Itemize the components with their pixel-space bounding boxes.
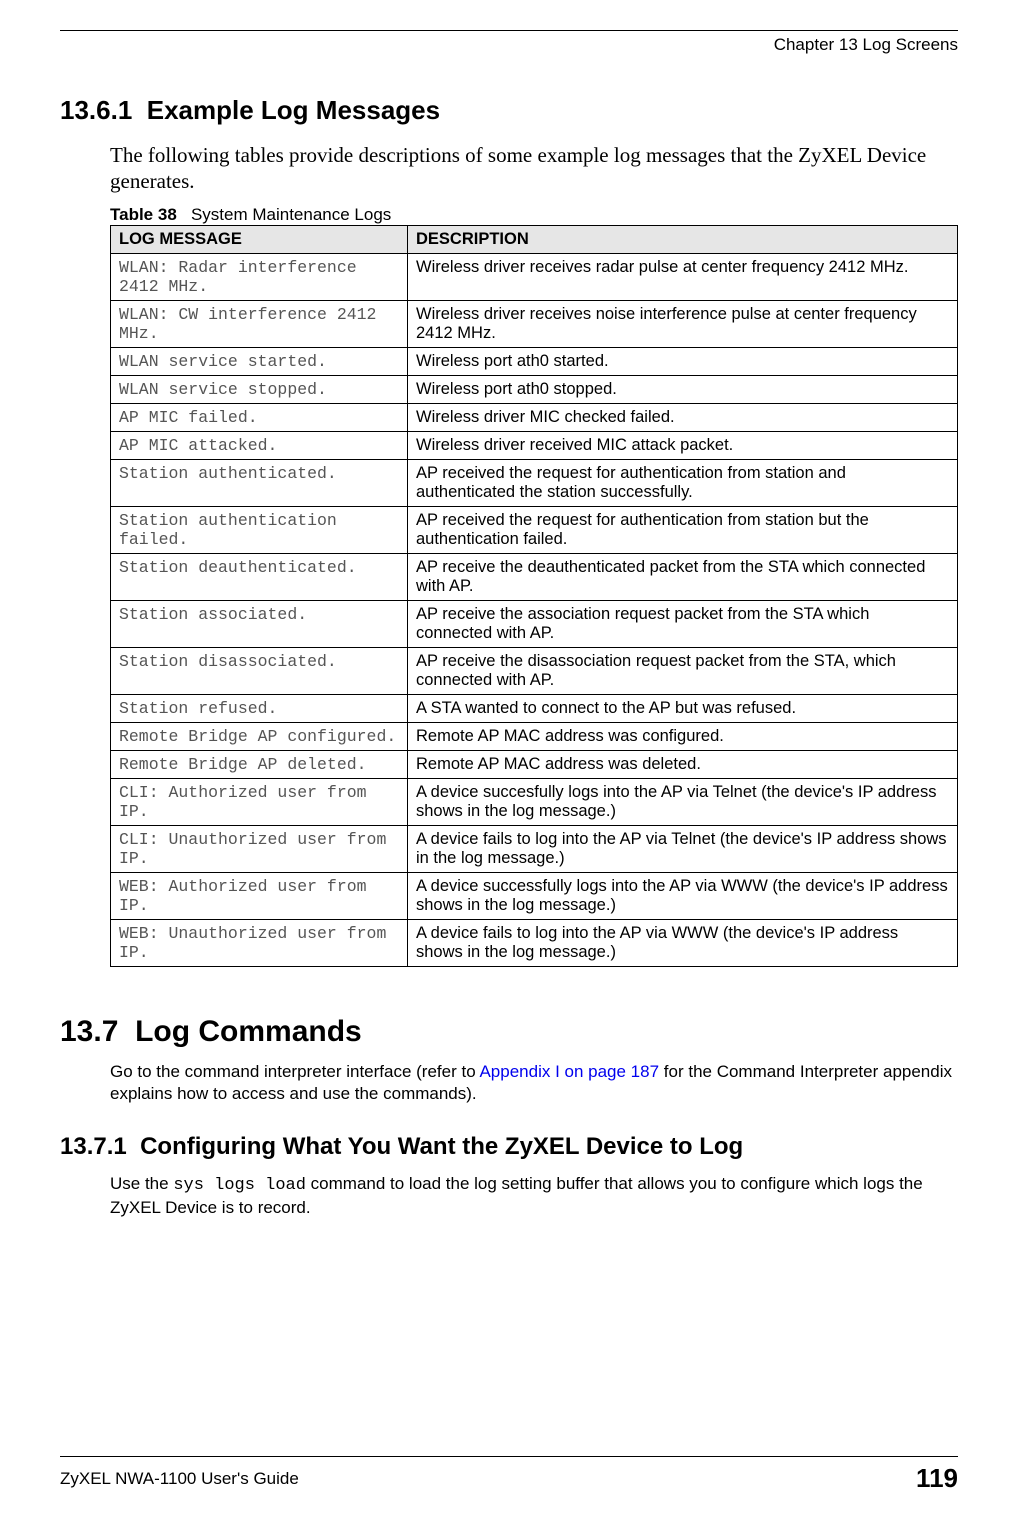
table-row: CLI: Unauthorized user from IP.A device … <box>111 825 958 872</box>
table-row: Station authenticated.AP received the re… <box>111 459 958 506</box>
table-row: WLAN: Radar interference 2412 MHz.Wirele… <box>111 253 958 300</box>
log-message-cell: WLAN: Radar interference 2412 MHz. <box>111 253 408 300</box>
log-message-cell: AP MIC failed. <box>111 403 408 431</box>
description-cell: AP received the request for authenticati… <box>408 506 958 553</box>
description-cell: A device successfully logs into the AP v… <box>408 872 958 919</box>
table-row: Remote Bridge AP deleted.Remote AP MAC a… <box>111 750 958 778</box>
section-title: Log Commands <box>135 1015 362 1048</box>
log-message-cell: Station authentication failed. <box>111 506 408 553</box>
table-row: AP MIC failed.Wireless driver MIC checke… <box>111 403 958 431</box>
command-code: sys logs load <box>173 1176 306 1195</box>
description-cell: Wireless port ath0 started. <box>408 347 958 375</box>
log-message-cell: WLAN service started. <box>111 347 408 375</box>
table-row: WEB: Authorized user from IP.A device su… <box>111 872 958 919</box>
section-13-6-1-heading: 13.6.1 Example Log Messages <box>60 95 958 126</box>
table-row: AP MIC attacked.Wireless driver received… <box>111 431 958 459</box>
section-title: Configuring What You Want the ZyXEL Devi… <box>140 1133 743 1160</box>
log-message-cell: AP MIC attacked. <box>111 431 408 459</box>
table-header-description: DESCRIPTION <box>408 225 958 253</box>
description-cell: A STA wanted to connect to the AP but wa… <box>408 694 958 722</box>
description-cell: Remote AP MAC address was deleted. <box>408 750 958 778</box>
system-maintenance-logs-table: LOG MESSAGE DESCRIPTION WLAN: Radar inte… <box>110 225 958 967</box>
log-message-cell: Station authenticated. <box>111 459 408 506</box>
description-cell: Remote AP MAC address was configured. <box>408 722 958 750</box>
section-intro: The following tables provide description… <box>110 142 958 195</box>
section-number: 13.7.1 <box>60 1133 127 1160</box>
section-13-7-heading: 13.7 Log Commands <box>60 1015 958 1049</box>
section-title: Example Log Messages <box>147 95 440 125</box>
text-pre: Go to the command interpreter interface … <box>110 1062 479 1081</box>
page-number: 119 <box>916 1463 958 1494</box>
description-cell: A device fails to log into the AP via WW… <box>408 919 958 966</box>
appendix-link[interactable]: Appendix I on page 187 <box>479 1062 659 1081</box>
table-row: WEB: Unauthorized user from IP.A device … <box>111 919 958 966</box>
log-message-cell: Remote Bridge AP deleted. <box>111 750 408 778</box>
chapter-header: Chapter 13 Log Screens <box>60 35 958 55</box>
log-message-cell: WEB: Unauthorized user from IP. <box>111 919 408 966</box>
table-row: Station disassociated.AP receive the dis… <box>111 647 958 694</box>
log-message-cell: Remote Bridge AP configured. <box>111 722 408 750</box>
log-message-cell: Station deauthenticated. <box>111 553 408 600</box>
description-cell: AP receive the deauthenticated packet fr… <box>408 553 958 600</box>
log-message-cell: CLI: Authorized user from IP. <box>111 778 408 825</box>
log-message-cell: Station disassociated. <box>111 647 408 694</box>
description-cell: Wireless driver receives noise interfere… <box>408 300 958 347</box>
log-message-cell: WLAN service stopped. <box>111 375 408 403</box>
log-message-cell: Station refused. <box>111 694 408 722</box>
table-caption-label: Table 38 <box>110 205 177 224</box>
table-caption-text: System Maintenance Logs <box>191 205 391 224</box>
description-cell: A device succesfully logs into the AP vi… <box>408 778 958 825</box>
table-row: WLAN service stopped.Wireless port ath0 … <box>111 375 958 403</box>
section-13-7-1-text: Use the sys logs load command to load th… <box>110 1173 958 1219</box>
table-row: Remote Bridge AP configured.Remote AP MA… <box>111 722 958 750</box>
log-message-cell: WEB: Authorized user from IP. <box>111 872 408 919</box>
log-message-cell: WLAN: CW interference 2412 MHz. <box>111 300 408 347</box>
table-row: Station refused.A STA wanted to connect … <box>111 694 958 722</box>
table-row: Station associated.AP receive the associ… <box>111 600 958 647</box>
description-cell: AP receive the disassociation request pa… <box>408 647 958 694</box>
log-message-cell: CLI: Unauthorized user from IP. <box>111 825 408 872</box>
description-cell: A device fails to log into the AP via Te… <box>408 825 958 872</box>
footer-guide-name: ZyXEL NWA-1100 User's Guide <box>60 1469 299 1489</box>
section-13-7-text: Go to the command interpreter interface … <box>110 1061 958 1105</box>
section-13-7-1-heading: 13.7.1 Configuring What You Want the ZyX… <box>60 1133 958 1161</box>
table-row: Station deauthenticated.AP receive the d… <box>111 553 958 600</box>
section-number: 13.6.1 <box>60 95 132 125</box>
description-cell: Wireless driver receives radar pulse at … <box>408 253 958 300</box>
table-caption: Table 38 System Maintenance Logs <box>110 205 958 225</box>
log-message-cell: Station associated. <box>111 600 408 647</box>
text-pre: Use the <box>110 1174 173 1193</box>
table-row: WLAN: CW interference 2412 MHz.Wireless … <box>111 300 958 347</box>
table-header-log-message: LOG MESSAGE <box>111 225 408 253</box>
table-row: WLAN service started.Wireless port ath0 … <box>111 347 958 375</box>
description-cell: Wireless driver received MIC attack pack… <box>408 431 958 459</box>
description-cell: AP received the request for authenticati… <box>408 459 958 506</box>
description-cell: AP receive the association request packe… <box>408 600 958 647</box>
table-row: CLI: Authorized user from IP.A device su… <box>111 778 958 825</box>
table-row: Station authentication failed.AP receive… <box>111 506 958 553</box>
section-number: 13.7 <box>60 1015 118 1048</box>
description-cell: Wireless driver MIC checked failed. <box>408 403 958 431</box>
description-cell: Wireless port ath0 stopped. <box>408 375 958 403</box>
